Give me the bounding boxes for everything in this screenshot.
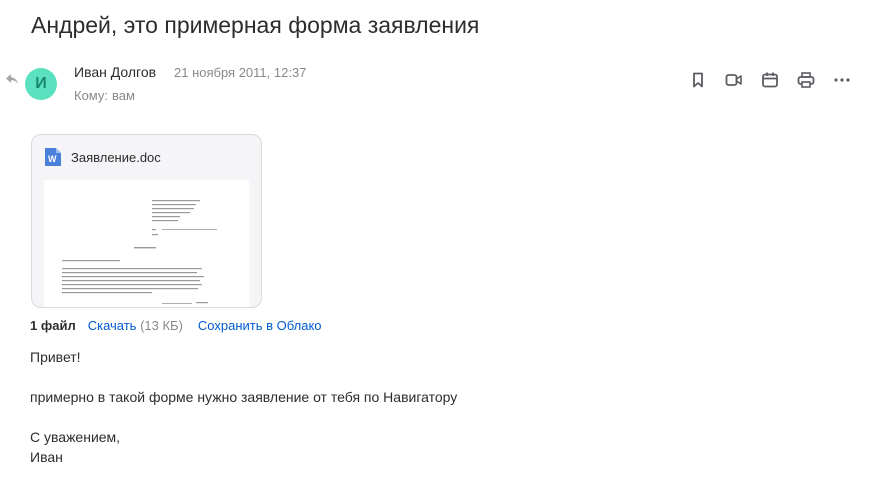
body-signature: Иван	[30, 449, 63, 465]
svg-text:W: W	[48, 154, 57, 164]
body-greeting: Привет!	[30, 349, 81, 365]
attachment-meta: 1 файл Скачать (13 КБ) Сохранить в Облако	[30, 318, 322, 333]
save-to-cloud-link[interactable]: Сохранить в Облако	[198, 318, 322, 333]
reply-icon[interactable]	[5, 72, 19, 86]
mail-subject: Андрей, это примерная форма заявления	[31, 12, 480, 38]
recipients: Кому: вам	[74, 88, 139, 103]
attachment-card[interactable]: W Заявление.doc	[31, 134, 262, 308]
sender-avatar[interactable]: И	[25, 68, 57, 100]
to-value[interactable]: вам	[112, 88, 135, 103]
mail-date: 21 ноября 2011, 12:37	[174, 65, 307, 80]
sender-name[interactable]: Иван Долгов	[74, 64, 156, 80]
calendar-icon[interactable]	[761, 71, 779, 89]
download-link[interactable]: Скачать	[88, 318, 137, 333]
document-preview-thumbnail[interactable]	[44, 180, 249, 308]
word-document-icon: W	[45, 148, 61, 166]
body-closing: С уважением,	[30, 429, 121, 445]
attachment-size: (13 КБ)	[140, 318, 183, 333]
attachment-count: 1 файл	[30, 318, 76, 333]
to-label: Кому:	[74, 88, 108, 103]
print-icon[interactable]	[797, 71, 815, 89]
more-icon[interactable]	[833, 71, 851, 89]
video-icon[interactable]	[725, 71, 743, 89]
body-line: примерно в такой форме нужно заявление о…	[30, 389, 458, 405]
attachment-file-name[interactable]: Заявление.doc	[71, 150, 161, 165]
bookmark-icon[interactable]	[689, 71, 707, 89]
